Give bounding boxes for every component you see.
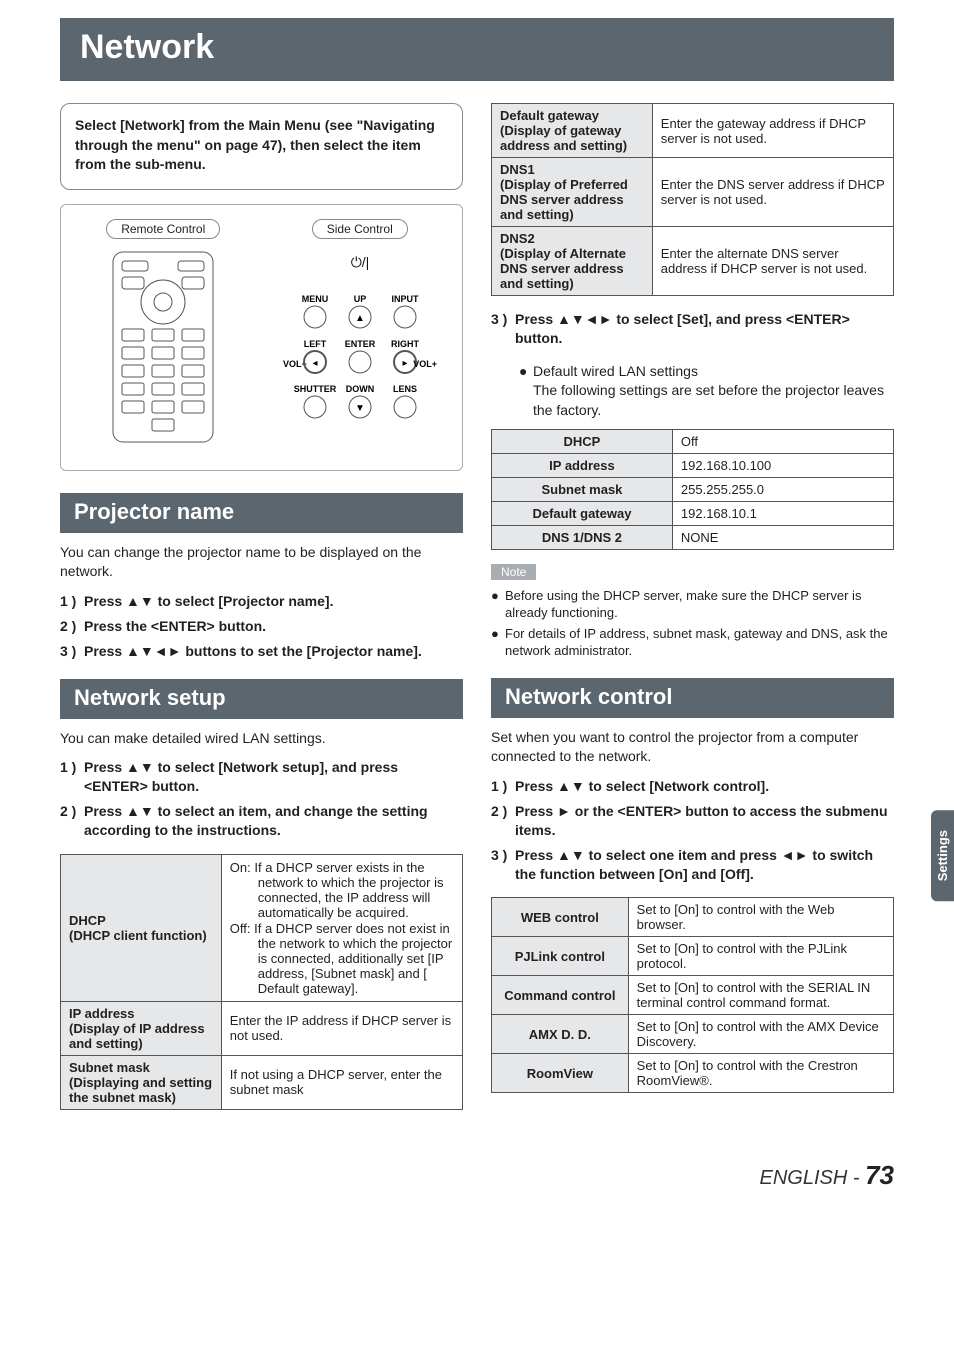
note-label: Note [491, 564, 536, 580]
controls-diagram: Remote Control [60, 204, 463, 471]
svg-text:SHUTTER: SHUTTER [294, 384, 337, 394]
side-control-icon: ⏻/| MENU UP INPUT ▲ LEFT ENTER RIGHT VOL… [275, 247, 445, 447]
svg-text:INPUT: INPUT [391, 294, 419, 304]
default-lan-bullet: ●Default wired LAN settings The followin… [519, 362, 894, 421]
network-setup-steps: 1 )Press ▲▼ to select [Network setup], a… [60, 758, 463, 840]
network-control-table: WEB controlSet to [On] to control with t… [491, 897, 894, 1093]
side-tab-settings: Settings [931, 810, 954, 901]
note-list: ●Before using the DHCP server, make sure… [491, 587, 894, 660]
network-control-heading: Network control [491, 678, 894, 718]
network-control-steps: 1 )Press ▲▼ to select [Network control].… [491, 777, 894, 883]
page-title: Network [60, 18, 894, 81]
svg-text:RIGHT: RIGHT [391, 339, 420, 349]
network-setup-heading: Network setup [60, 679, 463, 719]
intro-box: Select [Network] from the Main Menu (see… [60, 103, 463, 190]
svg-text:LENS: LENS [393, 384, 417, 394]
svg-text:⏻/|: ⏻/| [350, 254, 369, 270]
network-setup-table-part1: DHCP (DHCP client function) On: If a DHC… [60, 854, 463, 1110]
remote-control-label: Remote Control [106, 219, 220, 239]
svg-text:▲: ▲ [355, 313, 365, 324]
side-control-label: Side Control [312, 219, 408, 239]
network-setup-step3: 3 )Press ▲▼◄► to select [Set], and press… [491, 310, 894, 348]
projector-name-heading: Projector name [60, 493, 463, 533]
svg-text:DOWN: DOWN [346, 384, 375, 394]
projector-name-text: You can change the projector name to be … [60, 543, 463, 582]
page-footer: ENGLISH - 73 [0, 1140, 954, 1215]
projector-name-steps: 1 )Press ▲▼ to select [Projector name]. … [60, 592, 463, 661]
default-lan-table: DHCPOff IP address192.168.10.100 Subnet … [491, 429, 894, 550]
svg-text:VOL+: VOL+ [413, 359, 437, 369]
svg-text:MENU: MENU [302, 294, 329, 304]
remote-control-icon [108, 247, 218, 447]
svg-text:LEFT: LEFT [304, 339, 327, 349]
svg-text:▸: ▸ [402, 358, 407, 369]
network-setup-table-part2: Default gateway (Display of gateway addr… [491, 103, 894, 296]
svg-text:▼: ▼ [355, 403, 365, 414]
svg-text:UP: UP [353, 294, 366, 304]
network-setup-text: You can make detailed wired LAN settings… [60, 729, 463, 749]
svg-text:ENTER: ENTER [344, 339, 375, 349]
svg-text:◂: ◂ [312, 358, 317, 369]
network-control-text: Set when you want to control the project… [491, 728, 894, 767]
